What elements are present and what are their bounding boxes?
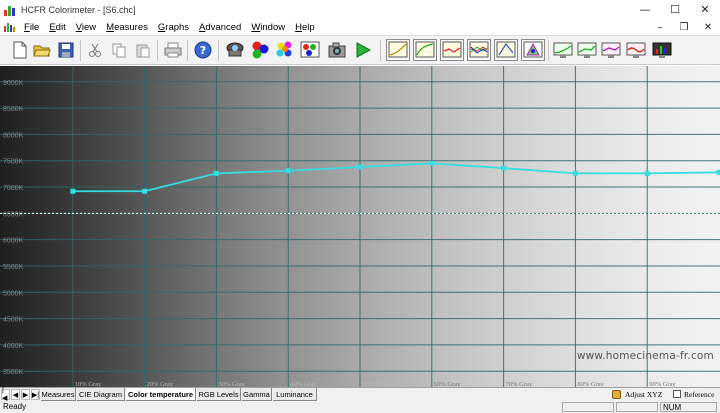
menu-file[interactable]: File bbox=[20, 22, 45, 33]
toolbar: ? bbox=[0, 35, 720, 65]
y-tick-label: 9000K bbox=[3, 80, 24, 87]
graph-luminance-icon[interactable] bbox=[386, 39, 410, 61]
y-tick-label: 3500K bbox=[3, 369, 24, 376]
reference-label: Reference bbox=[684, 390, 715, 399]
tab-last-button[interactable]: ▶| bbox=[31, 389, 40, 400]
data-point bbox=[644, 170, 650, 176]
rgb-balls-icon[interactable] bbox=[250, 40, 270, 60]
color-temperature-chart[interactable]: 9000K 8500K 8000K 7500K 7000K 6500K 6000K 5500K… bbox=[0, 66, 720, 387]
graph-near-black-icon[interactable] bbox=[553, 40, 573, 60]
y-tick-label: 6500K bbox=[3, 211, 24, 218]
doc-restore-button[interactable]: ❐ bbox=[672, 19, 696, 35]
tab-gamma[interactable]: Gamma bbox=[242, 388, 272, 401]
chart-canvas: 9000K 8500K 8000K 7500K 7000K 6500K 6000K 5500K… bbox=[0, 66, 720, 387]
data-point bbox=[213, 170, 219, 176]
y-tick-label: 5000K bbox=[3, 290, 24, 297]
graph-delta-e-icon[interactable] bbox=[626, 40, 646, 60]
y-tick-label: 8000K bbox=[3, 132, 24, 139]
color-palette-icon[interactable] bbox=[275, 40, 295, 60]
menu-advanced[interactable]: Advanced bbox=[195, 22, 247, 33]
y-tick-label: 8500K bbox=[3, 106, 24, 113]
y-tick-label: 4500K bbox=[3, 317, 24, 324]
minimize-button[interactable]: — bbox=[630, 0, 660, 19]
menu-bar: File Edit View Measures Graphs Advanced … bbox=[0, 19, 720, 35]
app-icon bbox=[4, 4, 16, 16]
graph-gamma-icon[interactable] bbox=[413, 39, 437, 61]
graph-near-white-icon[interactable] bbox=[577, 40, 597, 60]
camera-icon[interactable] bbox=[327, 40, 347, 60]
tab-measures[interactable]: Measures bbox=[41, 388, 76, 401]
view-tab-bar: |◀ ◀ ▶ ▶| Measures CIE Diagram Color tem… bbox=[0, 387, 720, 402]
graph-color-temp-icon[interactable] bbox=[440, 39, 464, 61]
data-point bbox=[501, 165, 507, 171]
play-icon[interactable] bbox=[353, 40, 373, 60]
pattern-generator-icon[interactable] bbox=[300, 40, 320, 60]
tab-color-temperature[interactable]: Color temperature bbox=[126, 388, 196, 401]
new-document-icon[interactable] bbox=[10, 40, 30, 60]
maximize-button[interactable]: ☐ bbox=[660, 0, 690, 19]
status-text: Ready bbox=[3, 402, 27, 411]
tab-prev-button[interactable]: ◀ bbox=[11, 389, 20, 400]
data-point bbox=[716, 169, 720, 175]
status-num: NUM bbox=[660, 402, 717, 412]
data-point bbox=[572, 170, 578, 176]
status-pane-2 bbox=[616, 402, 658, 412]
data-point bbox=[142, 188, 148, 194]
copy-icon[interactable] bbox=[109, 40, 129, 60]
status-bar: Ready NUM bbox=[0, 401, 720, 413]
y-tick-label: 5500K bbox=[3, 264, 24, 271]
paste-icon[interactable] bbox=[133, 40, 153, 60]
tab-first-button[interactable]: |◀ bbox=[1, 387, 10, 402]
tab-luminance[interactable]: Luminance bbox=[273, 388, 317, 401]
data-point bbox=[70, 188, 76, 194]
adjust-icon bbox=[612, 390, 621, 399]
graph-rgb-levels-icon[interactable] bbox=[467, 39, 491, 61]
open-folder-icon[interactable] bbox=[32, 40, 52, 60]
help-icon[interactable]: ? bbox=[193, 40, 213, 60]
data-point bbox=[357, 164, 363, 170]
tab-rgb-levels[interactable]: RGB Levels bbox=[197, 388, 241, 401]
data-point bbox=[429, 160, 435, 166]
doc-minimize-button[interactable]: – bbox=[648, 19, 672, 35]
menu-graphs[interactable]: Graphs bbox=[154, 22, 195, 33]
sensor-icon[interactable] bbox=[225, 40, 245, 60]
menu-edit[interactable]: Edit bbox=[45, 22, 71, 33]
svg-text:?: ? bbox=[200, 44, 206, 57]
cut-icon[interactable] bbox=[85, 40, 105, 60]
y-tick-label: 7500K bbox=[3, 159, 24, 166]
adjust-xyz-label: Adjust XYZ bbox=[625, 390, 663, 399]
status-pane-1 bbox=[562, 402, 614, 412]
watermark: www.homecinema-fr.com bbox=[576, 350, 714, 362]
menu-window[interactable]: Window bbox=[247, 22, 291, 33]
graph-cie-icon[interactable] bbox=[494, 39, 518, 61]
save-icon[interactable] bbox=[56, 40, 76, 60]
tab-next-button[interactable]: ▶ bbox=[21, 389, 30, 400]
y-tick-label: 7000K bbox=[3, 185, 24, 192]
y-tick-label: 6000K bbox=[3, 238, 24, 245]
document-icon[interactable] bbox=[4, 21, 16, 33]
graph-saturation-icon[interactable] bbox=[521, 39, 545, 61]
print-icon[interactable] bbox=[163, 40, 183, 60]
y-tick-label: 4000K bbox=[3, 343, 24, 350]
window-title: HCFR Colorimeter - [S6.chc] bbox=[21, 4, 136, 15]
title-bar: HCFR Colorimeter - [S6.chc] — ☐ ✕ bbox=[0, 0, 720, 19]
graph-color-comparator-icon[interactable] bbox=[601, 40, 621, 60]
menu-help[interactable]: Help bbox=[291, 22, 321, 33]
menu-measures[interactable]: Measures bbox=[102, 22, 154, 33]
reference-checkbox[interactable] bbox=[673, 390, 681, 398]
menu-view[interactable]: View bbox=[72, 22, 102, 33]
data-point bbox=[285, 168, 291, 174]
adjust-xyz-button[interactable]: Adjust XYZ bbox=[612, 388, 662, 401]
close-button[interactable]: ✕ bbox=[690, 0, 720, 19]
doc-close-button[interactable]: ✕ bbox=[696, 19, 720, 35]
tab-cie-diagram[interactable]: CIE Diagram bbox=[77, 388, 125, 401]
graph-measures-icon[interactable] bbox=[652, 40, 672, 60]
